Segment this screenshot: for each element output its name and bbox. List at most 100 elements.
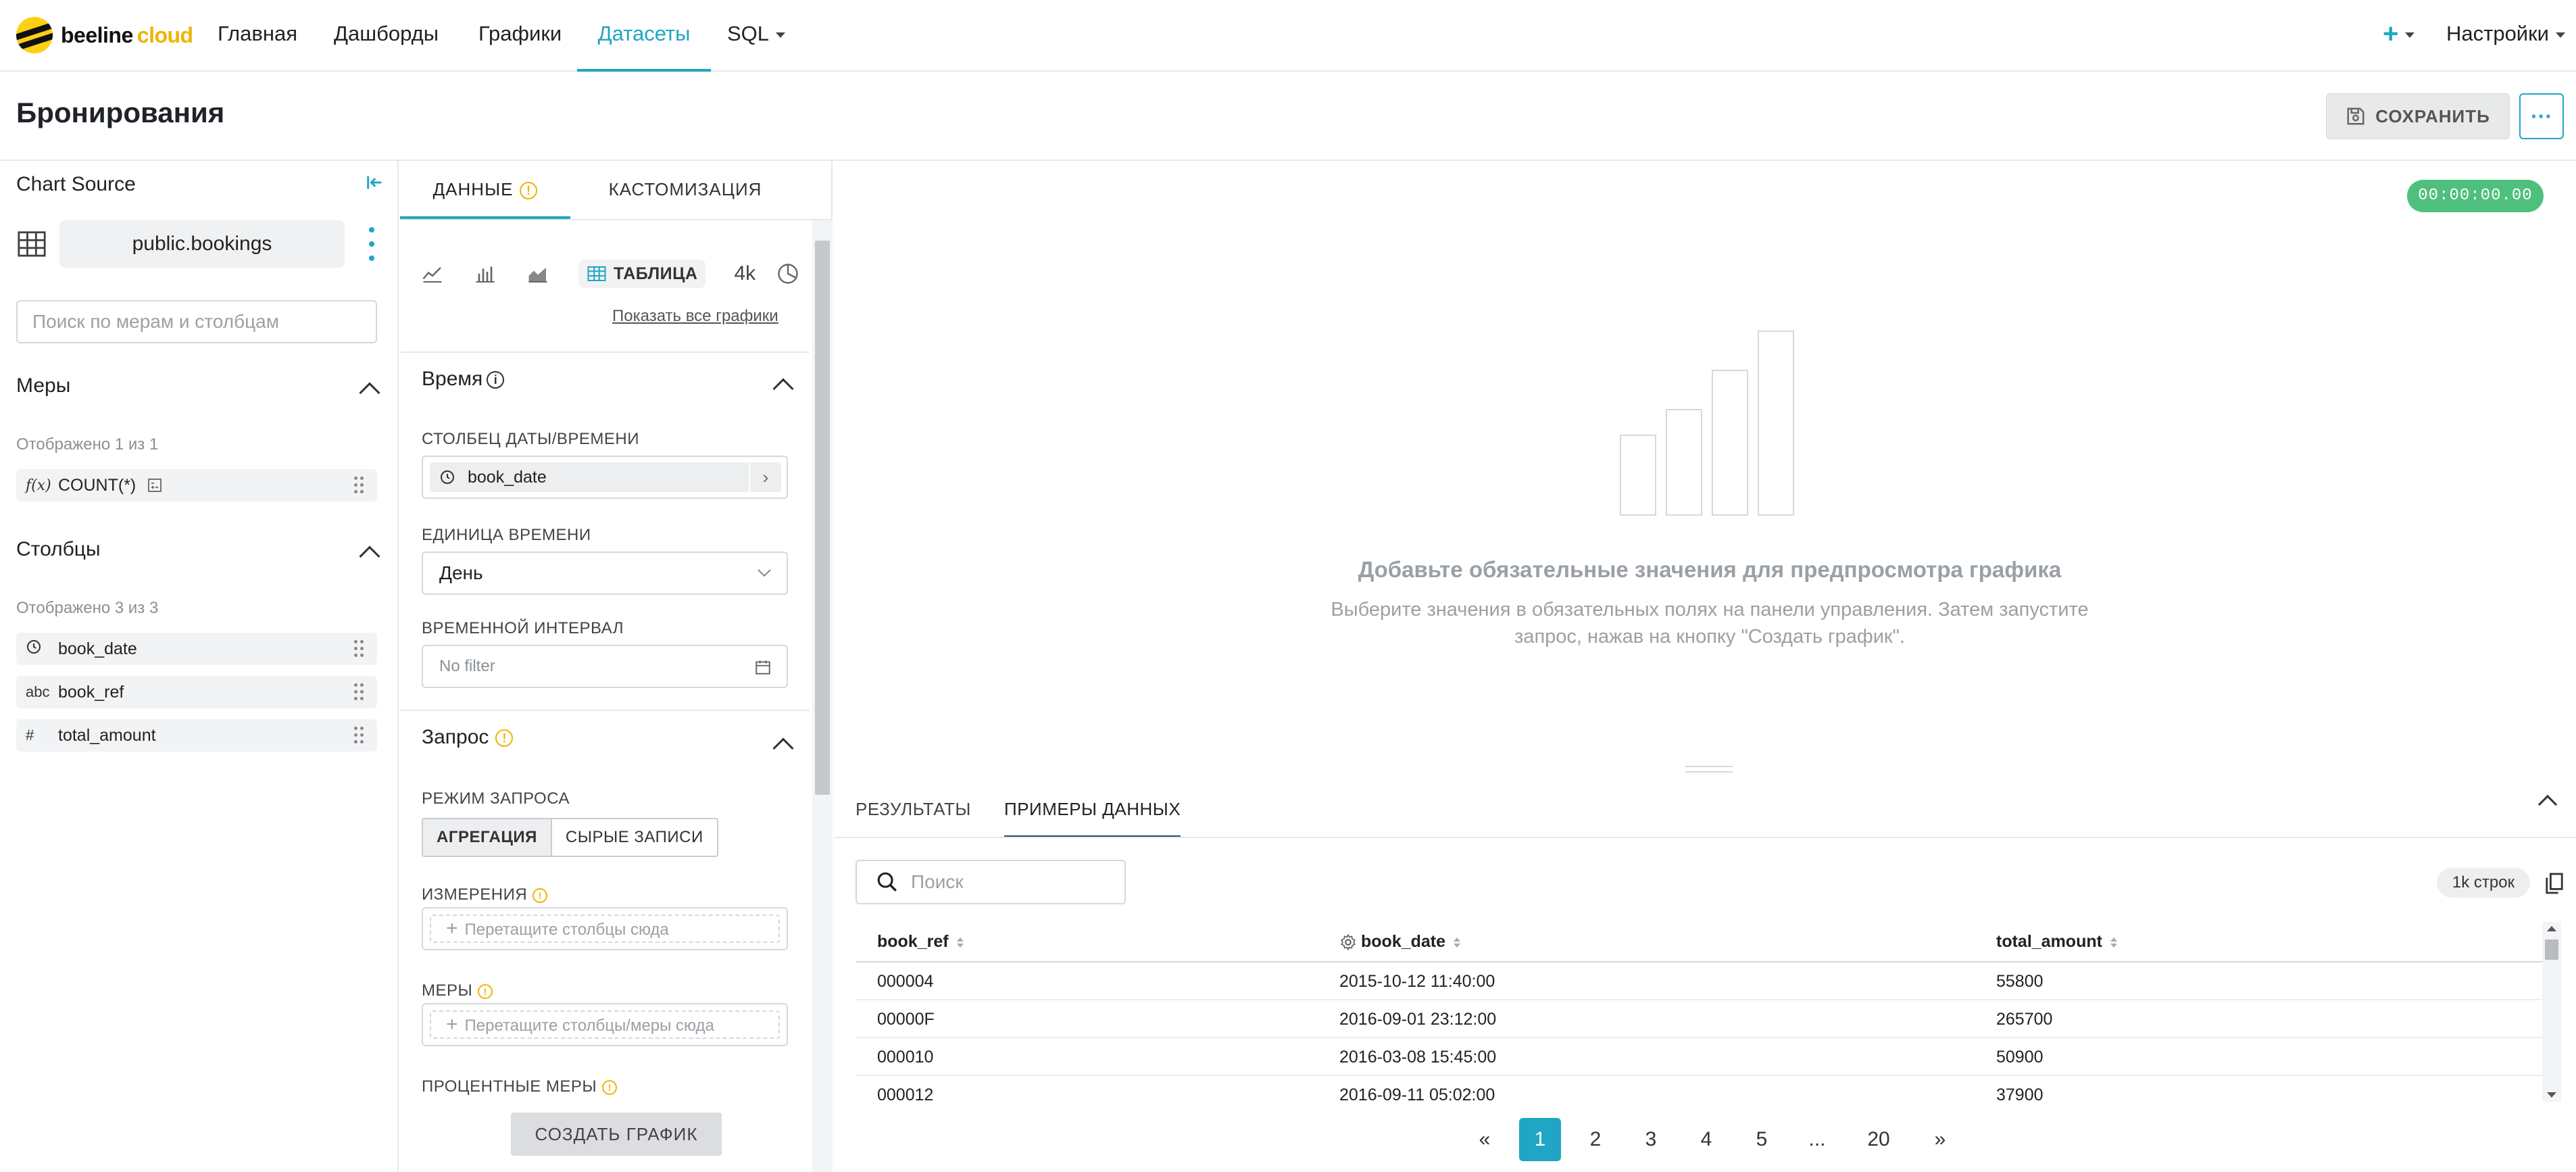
header-label: book_ref — [877, 932, 949, 951]
tab-customize[interactable]: КАСТОМИЗАЦИЯ — [597, 161, 773, 219]
brand-logo[interactable]: beeline cloud — [16, 15, 193, 55]
copy-icon[interactable] — [2545, 872, 2564, 895]
metrics-search-input[interactable]: Поиск по мерам и столбцам — [16, 300, 377, 343]
drag-handle-icon[interactable] — [354, 727, 364, 744]
scrollbar[interactable] — [812, 220, 833, 1172]
text-type-icon: abc — [26, 683, 50, 700]
table-grid-icon — [18, 231, 46, 257]
drag-handle-icon[interactable] — [354, 640, 364, 658]
page-first[interactable]: « — [1464, 1118, 1506, 1161]
mode-raw-button[interactable]: СЫРЫЕ ЗАПИСИ — [552, 819, 717, 856]
measure-item[interactable]: f(x) COUNT(*) — [16, 469, 377, 502]
sort-icon[interactable] — [1454, 937, 1461, 948]
query-mode-label: РЕЖИМ ЗАПРОСА — [422, 789, 570, 808]
scroll-up-icon[interactable] — [2547, 926, 2556, 931]
show-all-charts-link[interactable]: Показать все графики — [612, 307, 778, 326]
scrollbar-thumb[interactable] — [815, 241, 830, 795]
cell-book-date: 2016-09-01 23:12:00 — [1339, 1010, 1497, 1029]
save-button[interactable]: СОХРАНИТЬ — [2326, 93, 2510, 139]
nav-charts[interactable]: Графики — [474, 0, 566, 72]
sort-icon[interactable] — [956, 937, 964, 948]
calendar-icon[interactable] — [754, 658, 772, 676]
settings-menu[interactable]: Настройки — [2442, 0, 2569, 72]
cell-book-ref: 000004 — [877, 972, 934, 991]
drag-handle-icon[interactable] — [354, 477, 364, 494]
time-interval-field[interactable]: No filter — [422, 645, 788, 688]
create-chart-button[interactable]: СОЗДАТЬ ГРАФИК — [511, 1113, 722, 1156]
sort-icon[interactable] — [2110, 937, 2117, 948]
nav-datasets[interactable]: Датасеты — [577, 0, 711, 72]
dimensions-drop-text: Перетащите столбцы сюда — [464, 921, 669, 939]
datetime-column-field[interactable]: book_date › — [422, 456, 788, 499]
tab-data-samples[interactable]: ПРИМЕРЫ ДАННЫХ — [1004, 784, 1181, 838]
samples-search-input[interactable]: Поиск — [856, 860, 1126, 904]
page-last[interactable]: » — [1919, 1118, 1961, 1161]
table-row: 00000F 2016-09-01 23:12:00 265700 — [856, 1000, 2542, 1038]
measures-drop-zone[interactable]: + Перетащите столбцы/меры сюда — [430, 1010, 780, 1039]
chevron-up-icon[interactable] — [772, 378, 794, 399]
cell-book-ref: 00000F — [877, 1010, 935, 1029]
dataset-menu-icon[interactable] — [365, 227, 378, 261]
table-row: 000010 2016-03-08 15:45:00 50900 — [856, 1038, 2542, 1076]
pie-chart-icon[interactable] — [776, 262, 800, 286]
chevron-up-icon[interactable] — [2537, 794, 2558, 814]
column-header-book-date[interactable]: book_date — [1339, 922, 1461, 961]
nav-sql[interactable]: SQL — [723, 0, 789, 72]
page-5[interactable]: 5 — [1741, 1118, 1783, 1161]
more-options-button[interactable]: ··· — [2519, 93, 2564, 139]
pagination: « 1 2 3 4 5 ... 20 » — [1464, 1118, 1975, 1161]
tab-results[interactable]: РЕЗУЛЬТАТЫ — [856, 784, 971, 838]
cell-total-amount: 55800 — [1996, 972, 2044, 991]
scrollbar[interactable] — [2542, 922, 2561, 1102]
datetime-column-chip[interactable]: book_date › — [430, 462, 781, 492]
page-1[interactable]: 1 — [1519, 1118, 1561, 1161]
cell-book-date: 2016-03-08 15:45:00 — [1339, 1048, 1497, 1067]
column-name: book_ref — [58, 682, 124, 702]
table-row: 000012 2016-09-11 05:02:00 37900 — [856, 1076, 2542, 1114]
chevron-up-icon[interactable] — [359, 382, 380, 404]
area-chart-icon[interactable] — [526, 262, 550, 286]
drag-handle-icon[interactable] — [354, 683, 364, 701]
clock-icon — [441, 470, 454, 484]
dimensions-drop-zone[interactable]: + Перетащите столбцы сюда — [430, 914, 780, 943]
viz-table-option[interactable]: ТАБЛИЦА — [578, 260, 706, 288]
percent-measures-label-text: ПРОЦЕНТНЫЕ МЕРЫ — [422, 1077, 597, 1096]
page-2[interactable]: 2 — [1575, 1118, 1616, 1161]
tab-data[interactable]: ДАННЫЕ! — [400, 161, 570, 219]
column-item[interactable]: book_date — [16, 633, 377, 665]
resize-handle[interactable] — [1685, 766, 1733, 773]
columns-heading: Столбцы — [16, 538, 101, 560]
collapse-panel-icon[interactable] — [365, 173, 385, 193]
nav-dashboards[interactable]: Дашборды — [330, 0, 443, 72]
nav-sql-label: SQL — [727, 22, 770, 45]
info-icon: i — [487, 371, 505, 389]
page-20[interactable]: 20 — [1852, 1118, 1906, 1161]
big-number-option[interactable]: 4k — [734, 262, 756, 285]
samples-search-placeholder: Поиск — [911, 871, 964, 892]
brand-name: beeline — [61, 22, 133, 47]
mode-aggregate-button[interactable]: АГРЕГАЦИЯ — [423, 819, 552, 856]
dimensions-drop-field[interactable]: + Перетащите столбцы сюда — [422, 907, 788, 950]
divider — [834, 837, 2576, 838]
page-3[interactable]: 3 — [1630, 1118, 1672, 1161]
column-item[interactable]: abc book_ref — [16, 676, 377, 708]
column-item[interactable]: # total_amount — [16, 719, 377, 752]
bar-chart-icon[interactable] — [473, 262, 497, 286]
measures-drop-field[interactable]: + Перетащите столбцы/меры сюда — [422, 1003, 788, 1046]
scroll-down-icon[interactable] — [2547, 1092, 2556, 1098]
page-ellipsis: ... — [1808, 1128, 1826, 1150]
time-unit-label: ЕДИНИЦА ВРЕМЕНИ — [422, 526, 591, 544]
time-unit-select[interactable]: День — [422, 552, 788, 595]
dataset-selector[interactable]: public.bookings — [59, 220, 345, 268]
column-header-book-ref[interactable]: book_ref — [877, 922, 964, 961]
chevron-right-icon[interactable]: › — [749, 462, 781, 492]
column-header-total-amount[interactable]: total_amount — [1996, 922, 2117, 961]
gear-icon — [1341, 933, 1356, 951]
chevron-up-icon[interactable] — [772, 737, 794, 759]
page-4[interactable]: 4 — [1685, 1118, 1727, 1161]
scrollbar-thumb[interactable] — [2545, 939, 2558, 960]
line-chart-icon[interactable] — [420, 262, 445, 286]
add-new-menu[interactable]: + — [2379, 0, 2419, 72]
nav-home[interactable]: Главная — [214, 0, 301, 72]
chevron-up-icon[interactable] — [359, 545, 380, 567]
